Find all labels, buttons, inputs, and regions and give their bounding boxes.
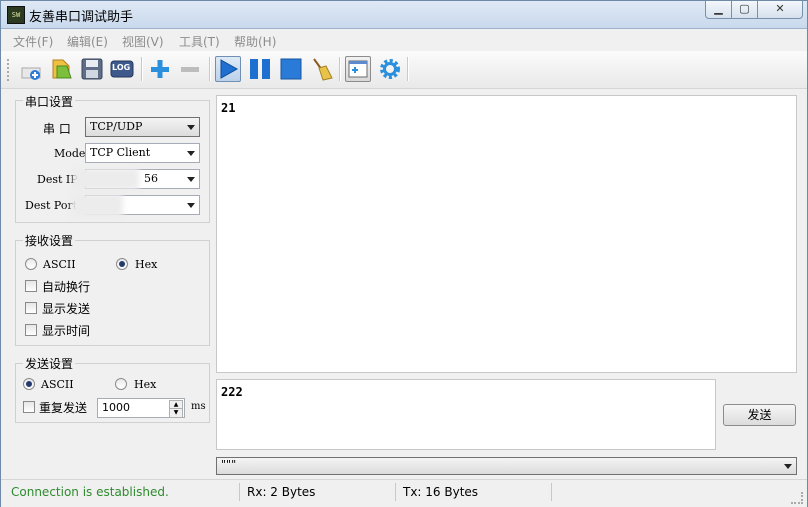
window-title: 友善串口调试助手 xyxy=(29,10,134,25)
send-hex-radio[interactable] xyxy=(115,378,127,390)
add-button[interactable] xyxy=(147,56,173,82)
log-label: LOG xyxy=(112,63,131,72)
interval-unit: ms xyxy=(191,401,206,412)
status-divider xyxy=(239,483,240,501)
status-divider xyxy=(551,483,552,501)
auto-wrap-label: 自动换行 xyxy=(42,280,91,294)
toolbar-separator xyxy=(407,57,409,81)
repeat-send-checkbox[interactable] xyxy=(23,401,35,413)
receive-settings-title: 接收设置 xyxy=(23,232,76,249)
redacted-area xyxy=(73,168,139,190)
chevron-down-icon xyxy=(187,151,195,156)
menu-tools[interactable]: 工具(T) xyxy=(179,33,220,50)
toolbar: LOG xyxy=(1,51,807,89)
chevron-down-icon xyxy=(187,125,195,130)
open-button[interactable] xyxy=(49,56,75,82)
new-icon xyxy=(21,67,41,80)
close-button[interactable]: ✕ xyxy=(757,1,803,19)
clear-button[interactable] xyxy=(308,56,334,82)
toolbar-grip[interactable] xyxy=(7,59,12,81)
status-bar: Connection is established. Rx: 2 Bytes T… xyxy=(1,479,807,507)
repeat-send-label: 重复发送 xyxy=(39,401,88,415)
port-value: TCP/UDP xyxy=(90,120,143,133)
interval-value: 1000 xyxy=(102,401,130,414)
dest-ip-label: Dest IP xyxy=(37,173,78,186)
mode-value: TCP Client xyxy=(90,146,151,159)
show-time-label: 显示时间 xyxy=(42,324,91,338)
toolbar-separator xyxy=(339,57,341,81)
add-icon xyxy=(151,60,169,78)
send-settings-title: 发送设置 xyxy=(23,355,76,372)
history-value: """ xyxy=(221,458,237,471)
receive-hex-label: Hex xyxy=(135,258,158,271)
maximize-icon: ▢ xyxy=(739,2,750,15)
stop-button[interactable] xyxy=(278,56,304,82)
stop-icon xyxy=(280,58,302,80)
mode-select[interactable]: TCP Client xyxy=(85,143,200,163)
minimize-button[interactable]: ▁ xyxy=(705,1,732,19)
tx-count: Tx: 16 Bytes xyxy=(403,485,479,499)
status-divider xyxy=(395,483,396,501)
play-icon xyxy=(220,59,239,79)
send-hex-label: Hex xyxy=(134,378,157,391)
menu-bar: 文件(F) 编辑(E) 视图(V) 工具(T) 帮助(H) xyxy=(1,29,807,51)
maximize-button[interactable]: ▢ xyxy=(731,1,758,19)
pause-icon xyxy=(250,59,270,79)
show-time-checkbox[interactable] xyxy=(25,324,37,336)
pause-button[interactable] xyxy=(247,56,273,82)
save-button[interactable] xyxy=(79,56,105,82)
port-label: 串 口 xyxy=(43,122,71,136)
window-icon xyxy=(348,60,368,78)
toolbar-separator xyxy=(141,57,143,81)
menu-view[interactable]: 视图(V) xyxy=(122,33,164,50)
title-bar: SW 友善串口调试助手 ▁ ▢ ✕ xyxy=(1,1,807,29)
remove-icon xyxy=(181,67,199,72)
save-icon xyxy=(81,58,103,80)
new-button[interactable] xyxy=(19,56,45,82)
menu-edit[interactable]: 编辑(E) xyxy=(67,33,108,50)
remove-button[interactable] xyxy=(177,56,203,82)
menu-file[interactable]: 文件(F) xyxy=(13,33,53,50)
receive-ascii-label: ASCII xyxy=(43,258,76,271)
close-icon: ✕ xyxy=(775,2,785,15)
resize-grip[interactable] xyxy=(791,492,803,504)
send-ascii-label: ASCII xyxy=(41,378,74,391)
send-button[interactable]: 发送 xyxy=(723,404,796,426)
history-select[interactable]: """ xyxy=(216,457,797,475)
redacted-area xyxy=(71,194,123,218)
chevron-down-icon xyxy=(187,177,195,182)
settings-button[interactable] xyxy=(377,56,403,82)
chevron-down-icon xyxy=(784,464,792,469)
serial-settings-title: 串口设置 xyxy=(23,93,76,110)
log-button[interactable]: LOG xyxy=(109,56,135,82)
show-send-label: 显示发送 xyxy=(42,302,91,316)
rx-count: Rx: 2 Bytes xyxy=(247,485,316,499)
chevron-down-icon xyxy=(187,203,195,208)
receive-textarea[interactable]: 21 xyxy=(216,95,797,373)
mode-label: Mode xyxy=(54,147,86,160)
send-textarea[interactable]: 222 xyxy=(216,379,716,450)
window-button[interactable] xyxy=(345,56,371,82)
interval-spinbox[interactable]: 1000 ▲ ▼ xyxy=(97,398,185,418)
main-window: SW 友善串口调试助手 ▁ ▢ ✕ 文件(F) 编辑(E) 视图(V) 工具(T… xyxy=(0,0,808,507)
menu-help[interactable]: 帮助(H) xyxy=(234,33,276,50)
send-ascii-radio[interactable] xyxy=(23,378,35,390)
show-send-checkbox[interactable] xyxy=(25,302,37,314)
app-icon: SW xyxy=(7,6,25,24)
play-button[interactable] xyxy=(215,56,241,82)
toolbar-separator xyxy=(209,57,211,81)
spin-down-icon[interactable]: ▼ xyxy=(169,408,183,418)
dest-ip-value: 56 xyxy=(144,172,158,185)
auto-wrap-checkbox[interactable] xyxy=(25,280,37,292)
receive-ascii-radio[interactable] xyxy=(25,258,37,270)
port-select[interactable]: TCP/UDP xyxy=(85,117,200,137)
connection-status: Connection is established. xyxy=(11,485,169,499)
gear-icon xyxy=(380,59,400,79)
dest-port-label: Dest Port xyxy=(25,199,78,212)
open-icon xyxy=(52,59,72,79)
minimize-icon: ▁ xyxy=(714,2,723,15)
broom-icon xyxy=(313,58,333,81)
receive-hex-radio[interactable] xyxy=(116,258,128,270)
